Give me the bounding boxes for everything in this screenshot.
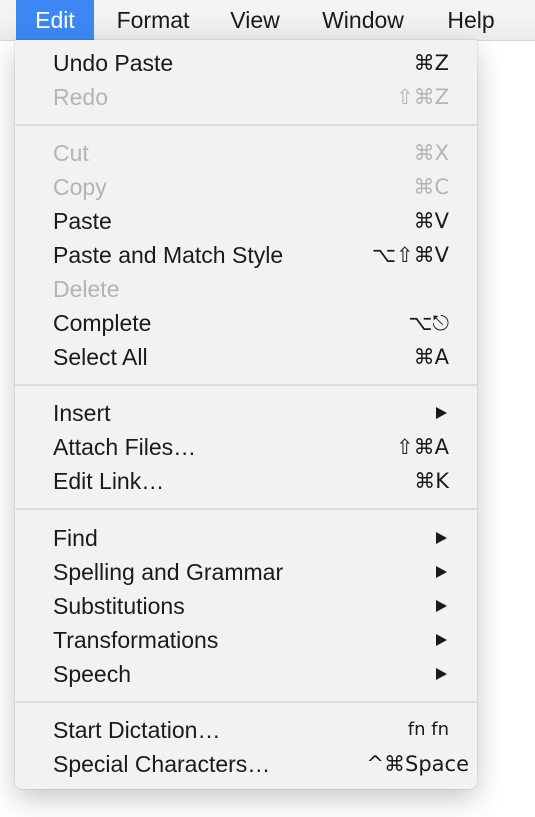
menu-item-shortcut: fn fn: [407, 719, 449, 740]
menu-item-shortcut: ⇧⌘Z: [396, 85, 449, 109]
menu-item-paste-and-match-style[interactable]: Paste and Match Style ⌥⇧⌘V: [15, 238, 477, 272]
menu-item-label: Substitutions: [53, 593, 185, 619]
menu-item-label: Attach Files…: [53, 434, 197, 460]
menu-item-shortcut: ⌘A: [413, 345, 449, 369]
submenu-arrow-icon: [436, 668, 447, 680]
menu-item-shortcut: ⌥⎋: [408, 311, 449, 335]
menu-item-label: Paste and Match Style: [53, 242, 284, 268]
menu-item-label: Special Characters…: [53, 751, 271, 777]
submenu-arrow-icon: [436, 532, 447, 544]
menu-item-label: Delete: [53, 276, 120, 302]
menu-separator: [15, 508, 477, 510]
menu-item-label: Insert: [53, 400, 111, 426]
menu-item-undo-paste[interactable]: Undo Paste ⌘Z: [15, 46, 477, 80]
menu-item-label: Undo Paste: [53, 50, 174, 76]
menu-item-select-all[interactable]: Select All ⌘A: [15, 340, 477, 374]
menu-item-shortcut: ⌘X: [413, 141, 449, 165]
submenu-arrow-icon: [436, 634, 447, 646]
menu-item-shortcut: ⌥⇧⌘V: [371, 243, 449, 267]
menu-item-label: Speech: [53, 661, 132, 687]
submenu-arrow-icon: [436, 600, 447, 612]
menu-item-redo: Redo ⇧⌘Z: [15, 80, 477, 114]
submenu-arrow-icon: [436, 407, 447, 419]
menu-item-cut: Cut ⌘X: [15, 136, 477, 170]
menu-separator: [15, 384, 477, 386]
menu-item-label: Find: [53, 525, 98, 551]
menu-item-shortcut: ⌘K: [414, 469, 449, 493]
menu-item-shortcut: ⌘C: [413, 175, 449, 199]
menu-item-start-dictation[interactable]: Start Dictation… fn fn: [15, 713, 477, 747]
menubar-window[interactable]: Window: [304, 0, 422, 40]
menu-item-transformations[interactable]: Transformations: [15, 623, 477, 657]
menubar-view[interactable]: View: [216, 0, 294, 40]
menu-item-insert[interactable]: Insert: [15, 396, 477, 430]
menu-item-label: Start Dictation…: [53, 717, 221, 743]
menu-item-label: Copy: [53, 174, 107, 200]
menubar-edit[interactable]: Edit: [16, 0, 94, 40]
menu-item-paste[interactable]: Paste ⌘V: [15, 204, 477, 238]
menu-item-shortcut: ⌘Z: [413, 51, 449, 75]
menu-item-spelling-and-grammar[interactable]: Spelling and Grammar: [15, 555, 477, 589]
menu-item-label: Complete: [53, 310, 152, 336]
menu-item-delete: Delete: [15, 272, 477, 306]
menubar-help[interactable]: Help: [430, 0, 512, 40]
menu-bar: Edit Format View Window Help: [0, 0, 535, 41]
submenu-arrow-icon: [436, 566, 447, 578]
menu-item-speech[interactable]: Speech: [15, 657, 477, 691]
menu-item-attach-files[interactable]: Attach Files… ⇧⌘A: [15, 430, 477, 464]
menu-item-edit-link[interactable]: Edit Link… ⌘K: [15, 464, 477, 498]
menubar-format[interactable]: Format: [100, 0, 206, 40]
menu-item-label: Spelling and Grammar: [53, 559, 284, 585]
menu-item-shortcut: ⇧⌘A: [396, 435, 449, 459]
menu-item-label: Select All: [53, 344, 148, 370]
menu-item-label: Edit Link…: [53, 468, 165, 494]
menu-item-label: Paste: [53, 208, 112, 234]
menu-item-special-characters[interactable]: Special Characters… ^⌘Space: [15, 747, 477, 781]
menu-item-complete[interactable]: Complete ⌥⎋: [15, 306, 477, 340]
menu-item-label: Transformations: [53, 627, 219, 653]
menu-item-label: Cut: [53, 140, 89, 166]
menu-item-substitutions[interactable]: Substitutions: [15, 589, 477, 623]
menu-item-find[interactable]: Find: [15, 521, 477, 555]
menu-separator: [15, 701, 477, 703]
menu-item-shortcut: ^⌘Space: [366, 752, 469, 776]
menu-separator: [15, 124, 477, 126]
menu-item-shortcut: ⌘V: [413, 209, 449, 233]
menu-item-copy: Copy ⌘C: [15, 170, 477, 204]
menu-item-label: Redo: [53, 84, 108, 110]
edit-menu: Undo Paste ⌘Z Redo ⇧⌘Z Cut ⌘X Copy ⌘C Pa…: [15, 40, 477, 789]
